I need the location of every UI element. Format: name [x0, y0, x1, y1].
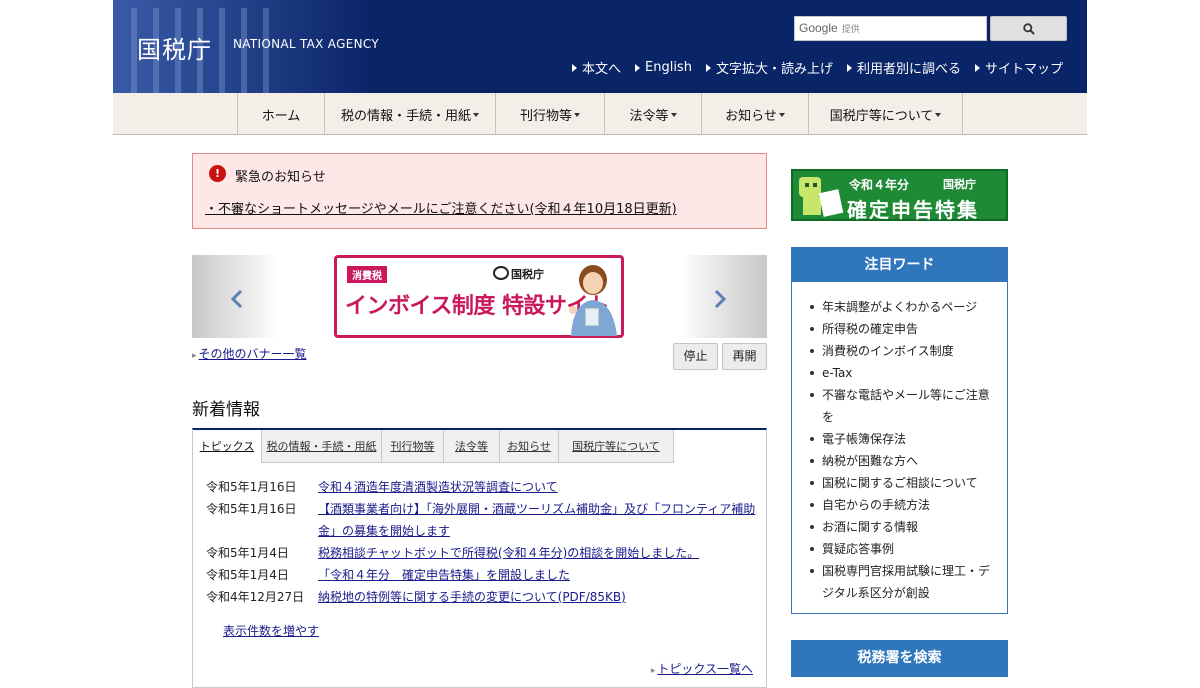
news-date: 令和5年1月16日 — [206, 480, 297, 494]
featured-keywords-panel: 注目ワード 年末調整がよくわかるページ 所得税の確定申告 消費税のインボイス制度… — [791, 247, 1008, 614]
news-heading: 新着情報 — [192, 400, 260, 420]
util-link-skip-to-content[interactable]: 本文へ — [572, 58, 621, 77]
news-title-link[interactable]: 納税地の特例等に関する手続の変更について(PDF/85KB) — [318, 586, 626, 608]
invoice-system-banner[interactable]: 消費税 国税庁 インボイス制度 特設サイト — [334, 255, 624, 338]
topics-list-link[interactable]: トピックス一覧へ — [651, 660, 753, 677]
caret-down-icon — [473, 113, 479, 117]
mascot-illustration-icon — [799, 177, 844, 217]
exclamation-circle-icon: ! — [209, 165, 226, 182]
banner-logo: 国税庁 — [493, 266, 544, 282]
emergency-title: 緊急のお知らせ — [235, 170, 326, 185]
keyword-link[interactable]: e-Tax — [808, 362, 997, 384]
banner-carousel: 消費税 国税庁 インボイス制度 特設サイト — [192, 255, 767, 338]
nav-item-publications[interactable]: 刊行物等 — [495, 93, 604, 135]
emergency-link[interactable]: ・不審なショートメッセージやメールにご注意ください(令和４年10月18日更新) — [205, 198, 677, 217]
carousel-prev-button[interactable] — [192, 255, 276, 338]
nav-item-tax-info[interactable]: 税の情報・手続・用紙 — [324, 93, 495, 135]
google-search-label: Google 提供 — [799, 21, 860, 35]
tab-laws[interactable]: 法令等 — [444, 430, 500, 463]
news-date: 令和5年1月4日 — [206, 546, 289, 560]
tax-return-special-banner[interactable]: 令和４年分 国税庁 確定申告特集 — [791, 169, 1008, 222]
keyword-link[interactable]: 納税が困難な方へ — [808, 450, 997, 472]
featured-keywords-list: 年末調整がよくわかるページ 所得税の確定申告 消費税のインボイス制度 e-Tax… — [792, 282, 1007, 604]
keyword-link[interactable]: お酒に関する情報 — [808, 516, 997, 538]
news-date: 令和4年12月27日 — [206, 590, 305, 604]
featured-keywords-title: 注目ワード — [792, 248, 1007, 282]
tab-tax-info[interactable]: 税の情報・手続・用紙 — [262, 430, 382, 463]
news-title-link[interactable]: 【酒類事業者向け】「海外展開・酒蔵ツーリズム補助金」及び「フロンティア補助金」の… — [318, 498, 756, 542]
keyword-link[interactable]: 質疑応答事例 — [808, 538, 997, 560]
banner-tag: 消費税 — [347, 266, 387, 283]
carousel-stop-button[interactable]: 停止 — [673, 343, 718, 370]
util-link-accessibility[interactable]: 文字拡大・読み上げ — [706, 58, 833, 77]
nav-item-laws[interactable]: 法令等 — [604, 93, 701, 135]
util-link-sitemap[interactable]: サイトマップ — [975, 58, 1063, 77]
magnifier-icon — [1023, 23, 1035, 35]
tab-about[interactable]: 国税庁等について — [559, 430, 674, 463]
site-header: 国税庁 NATIONAL TAX AGENCY Google 提供 本文へ Eng… — [113, 0, 1087, 93]
news-item: 令和5年1月16日 令和４酒造年度清酒製造状況等調査について — [206, 476, 756, 498]
news-date: 令和5年1月4日 — [206, 568, 289, 582]
news-item: 令和5年1月4日 税務相談チャットボットで所得税(令和４年分)の相談を開始しまし… — [206, 542, 756, 564]
tab-publications[interactable]: 刊行物等 — [382, 430, 444, 463]
caret-down-icon — [574, 113, 580, 117]
show-more-link[interactable]: 表示件数を増やす — [223, 622, 319, 639]
other-banners-link[interactable]: その他のバナー一覧 — [192, 345, 307, 362]
news-title-link[interactable]: 「令和４年分 確定申告特集」を開設しました — [318, 564, 570, 586]
keyword-link[interactable]: 年末調整がよくわかるページ — [808, 296, 997, 318]
search-input[interactable]: Google 提供 — [794, 16, 987, 41]
utility-links: 本文へ English 文字拡大・読み上げ 利用者別に調べる サイトマップ — [572, 58, 1063, 77]
nav-item-about[interactable]: 国税庁等について — [808, 93, 963, 135]
search-button[interactable] — [990, 16, 1067, 41]
keyword-link[interactable]: 電子帳簿保存法 — [808, 428, 997, 450]
news-title-link[interactable]: 令和４酒造年度清酒製造状況等調査について — [318, 476, 558, 498]
tab-topics[interactable]: トピックス — [193, 430, 262, 463]
nav-item-notices[interactable]: お知らせ — [701, 93, 808, 135]
keyword-link[interactable]: 所得税の確定申告 — [808, 318, 997, 340]
site-logo-jp[interactable]: 国税庁 — [137, 30, 212, 65]
news-title-link[interactable]: 税務相談チャットボットで所得税(令和４年分)の相談を開始しました。 — [318, 542, 699, 564]
caret-down-icon — [778, 113, 785, 117]
news-item: 令和4年12月27日 納税地の特例等に関する手続の変更について(PDF/85KB… — [206, 586, 756, 608]
news-list: 令和5年1月16日 令和４酒造年度清酒製造状況等調査について 令和5年1月16日… — [206, 476, 756, 608]
keyword-link[interactable]: 自宅からの手続方法 — [808, 494, 997, 516]
news-item: 令和5年1月4日 「令和４年分 確定申告特集」を開設しました — [206, 564, 756, 586]
banner-line-title: 確定申告特集 — [847, 198, 979, 222]
caret-down-icon — [935, 113, 942, 117]
caret-down-icon — [670, 113, 677, 117]
news-panel: トピックス 税の情報・手続・用紙 刊行物等 法令等 お知らせ 国税庁等について … — [192, 428, 767, 688]
news-tabs: トピックス 税の情報・手続・用紙 刊行物等 法令等 お知らせ 国税庁等について — [193, 430, 674, 463]
carousel-resume-button[interactable]: 再開 — [722, 343, 767, 370]
emergency-notice: ! 緊急のお知らせ ・不審なショートメッセージやメールにご注意ください(令和４年… — [192, 153, 767, 229]
keyword-link[interactable]: 国税に関するご相談について — [808, 472, 997, 494]
banner-logo: 国税庁 — [943, 176, 976, 192]
woman-illustration-icon — [569, 265, 617, 336]
tax-office-search-button[interactable]: 税務署を検索 — [791, 640, 1008, 677]
chevron-left-icon — [230, 289, 243, 309]
keyword-link[interactable]: 国税専門官採用試験に理工・デジタル系区分が創設 — [808, 560, 997, 604]
carousel-next-button[interactable] — [683, 255, 767, 338]
util-link-by-user[interactable]: 利用者別に調べる — [847, 58, 961, 77]
main-nav: ホーム 税の情報・手続・用紙 刊行物等 法令等 お知らせ 国税庁等について — [113, 93, 1087, 135]
banner-line-year: 令和４年分 — [849, 178, 910, 192]
tab-notices[interactable]: お知らせ — [500, 430, 559, 463]
news-item: 令和5年1月16日 【酒類事業者向け】「海外展開・酒蔵ツーリズム補助金」及び「フ… — [206, 498, 756, 542]
news-date: 令和5年1月16日 — [206, 502, 297, 516]
keyword-link[interactable]: 不審な電話やメール等にご注意を — [808, 384, 997, 428]
util-link-english[interactable]: English — [635, 58, 692, 77]
keyword-link[interactable]: 消費税のインボイス制度 — [808, 340, 997, 362]
nav-item-home[interactable]: ホーム — [237, 93, 324, 135]
chevron-right-icon — [714, 289, 727, 309]
site-logo-en: NATIONAL TAX AGENCY — [233, 37, 379, 51]
